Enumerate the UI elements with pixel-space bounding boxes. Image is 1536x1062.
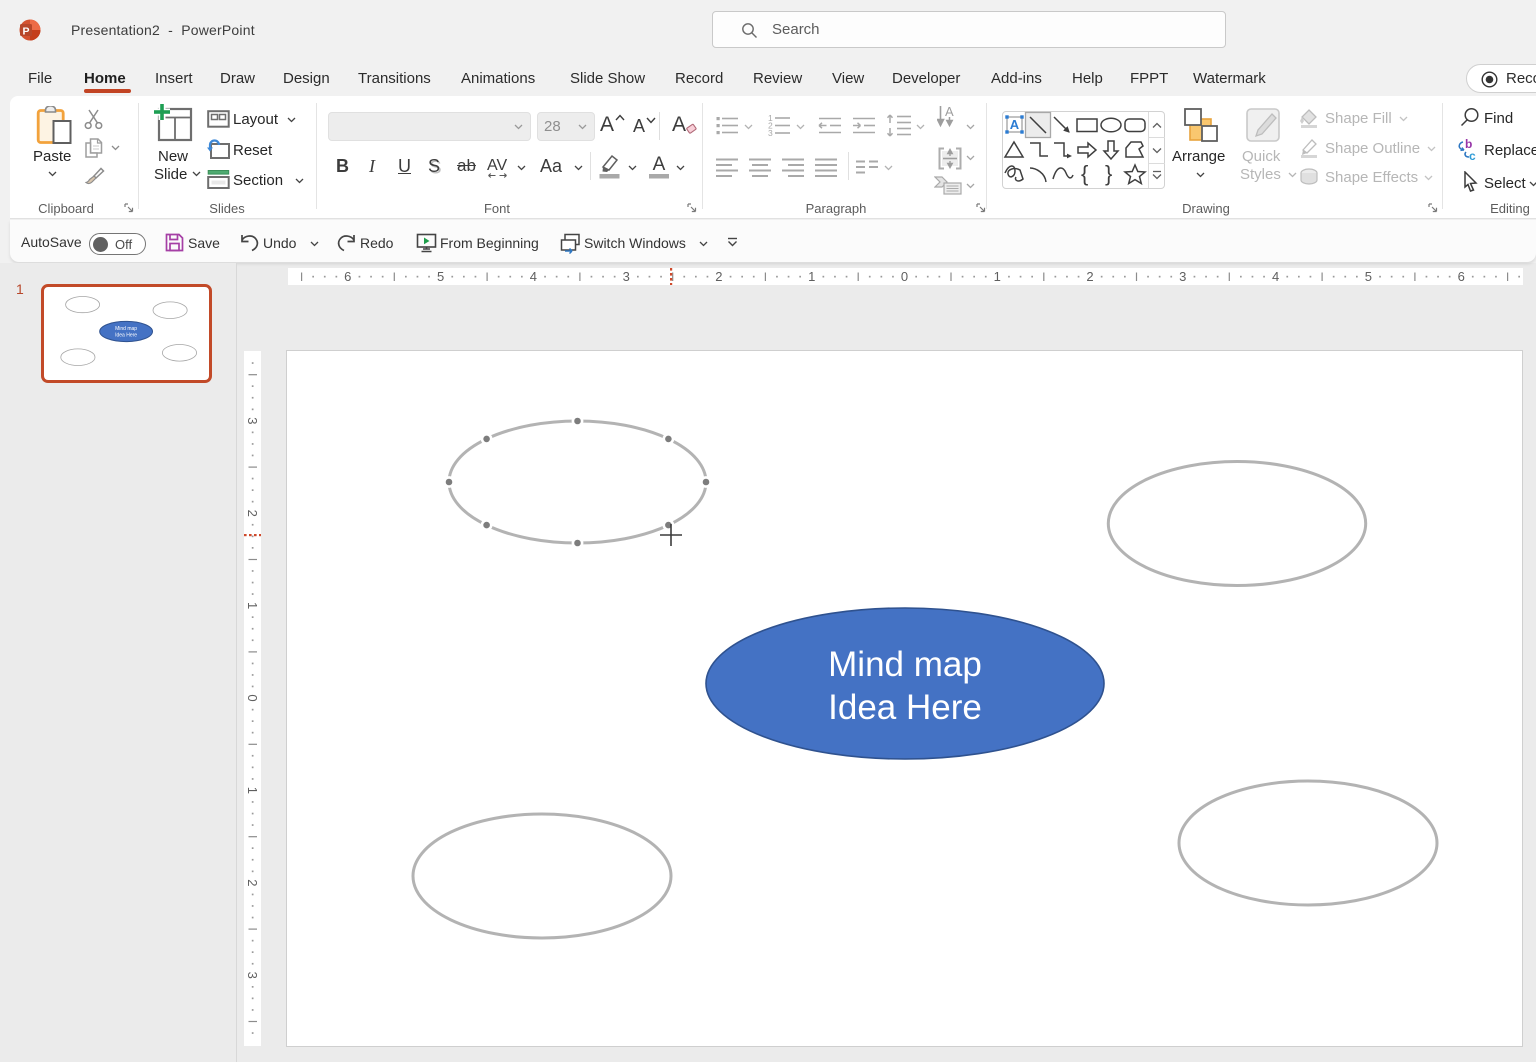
svg-text:3: 3 xyxy=(245,417,260,424)
svg-text:{: { xyxy=(1081,161,1088,186)
svg-text:A: A xyxy=(1010,117,1020,132)
svg-text:3: 3 xyxy=(768,128,773,138)
svg-text:2: 2 xyxy=(245,879,260,886)
svg-text:2: 2 xyxy=(715,269,722,284)
svg-text:1: 1 xyxy=(245,602,260,609)
svg-text:5: 5 xyxy=(437,269,444,284)
svg-text:Idea Here: Idea Here xyxy=(115,333,137,339)
svg-text:Idea Here: Idea Here xyxy=(828,688,982,727)
svg-text:Mind map: Mind map xyxy=(828,645,982,684)
svg-text:4: 4 xyxy=(530,269,537,284)
svg-text:6: 6 xyxy=(344,269,351,284)
svg-text:A: A xyxy=(945,105,954,119)
svg-text:5: 5 xyxy=(1365,269,1372,284)
svg-text:A: A xyxy=(653,154,666,175)
svg-text:c: c xyxy=(1469,149,1476,162)
svg-text:Mind map: Mind map xyxy=(115,326,137,332)
svg-text:3: 3 xyxy=(245,972,260,979)
svg-text:P: P xyxy=(22,26,29,38)
svg-text:6: 6 xyxy=(1458,269,1465,284)
svg-text:2: 2 xyxy=(245,510,260,517)
svg-text:}: } xyxy=(1105,161,1112,186)
svg-text:1: 1 xyxy=(245,787,260,794)
svg-text:4: 4 xyxy=(1272,269,1279,284)
svg-text:2: 2 xyxy=(1086,269,1093,284)
svg-text:AV: AV xyxy=(487,157,507,174)
svg-text:1: 1 xyxy=(808,269,815,284)
svg-text:0: 0 xyxy=(245,694,260,701)
svg-text:3: 3 xyxy=(623,269,630,284)
svg-text:0: 0 xyxy=(901,269,908,284)
svg-text:3: 3 xyxy=(1179,269,1186,284)
svg-text:1: 1 xyxy=(994,269,1001,284)
